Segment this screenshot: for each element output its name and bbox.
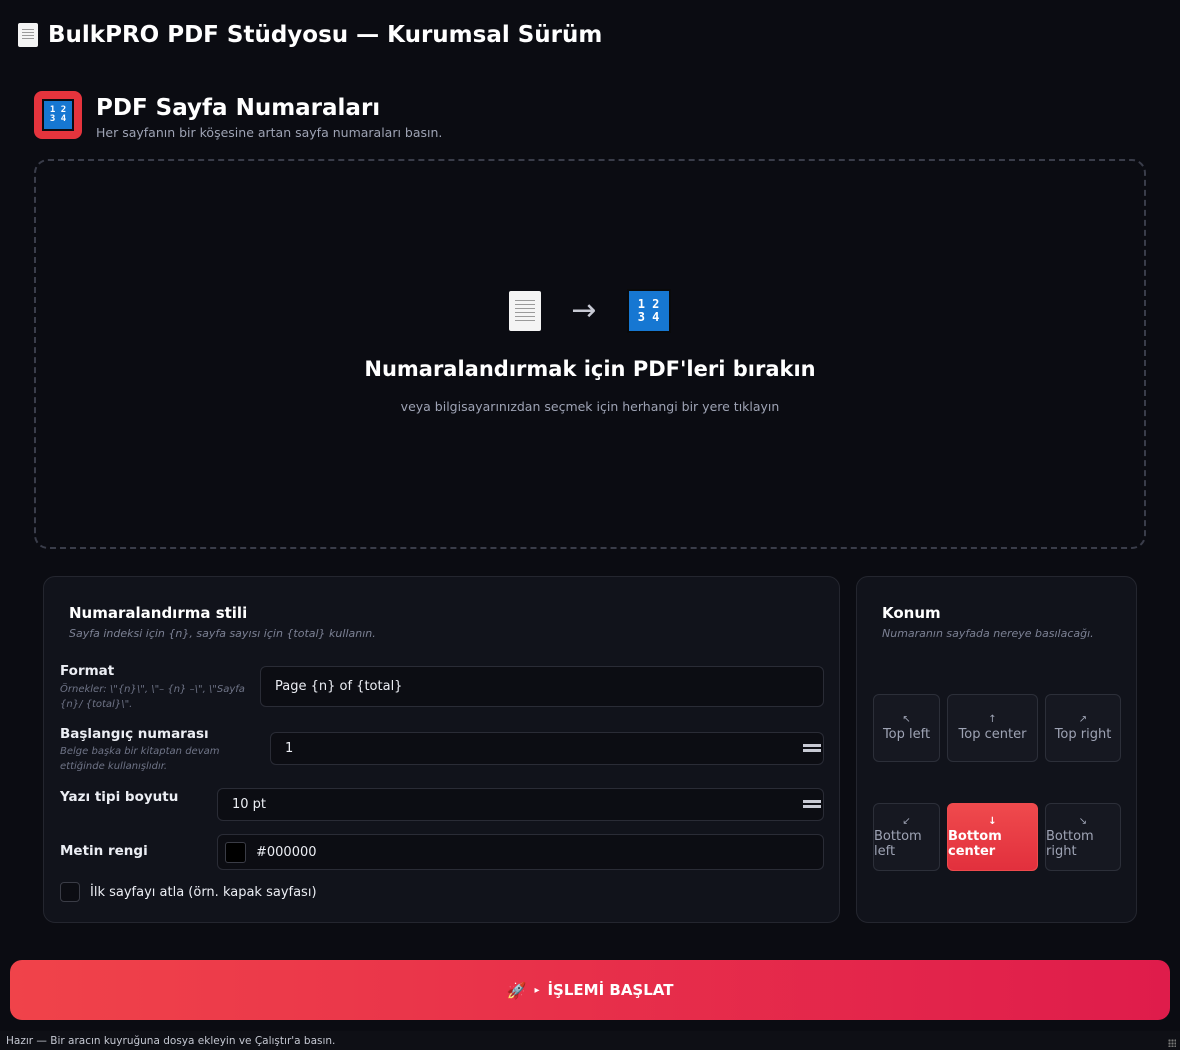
color-swatch[interactable] (225, 841, 246, 863)
position-label: Bottom right (1046, 828, 1094, 859)
arrow-down-left-icon: ↙ (902, 815, 911, 827)
position-label: Top right (1054, 727, 1112, 742)
start-number-stepper[interactable]: 1 (270, 732, 824, 765)
spinner-icon[interactable] (803, 743, 821, 754)
start-number-value: 1 (285, 741, 294, 756)
start-number-help: Belge başka bir kitaptan devam ettiğinde… (60, 746, 220, 772)
pdf-dropzone[interactable]: → 1 2 3 4 Numaralandırmak için PDF'leri … (34, 159, 1146, 549)
spinner-icon[interactable] (803, 799, 821, 810)
format-label: Format (60, 663, 115, 679)
position-bottom-center-button[interactable]: ↓ Bottom center (947, 803, 1038, 871)
dropzone-subtitle: veya bilgisayarınızdan seçmek için herha… (400, 398, 780, 414)
position-top-left-button[interactable]: ↖ Top left (873, 694, 940, 762)
page-numbers-icon: 1 2 3 4 (42, 99, 74, 131)
document-icon (18, 23, 38, 47)
start-process-label: İŞLEMİ BAŞLAT (547, 981, 674, 999)
arrow-right-icon: → (571, 293, 597, 328)
start-number-label: Başlangıç numarası (60, 726, 209, 742)
font-size-stepper[interactable]: 10 pt (217, 788, 824, 821)
tool-title: PDF Sayfa Numaraları (96, 95, 381, 121)
panel-hint: Numaranın sayfada nereye basılacağı. (882, 627, 1094, 640)
tile-text-top: 1 2 (637, 296, 660, 311)
text-color-value: #000000 (256, 844, 317, 860)
app-title-bar: BulkPRO PDF Stüdyosu — Kurumsal Sürüm (18, 22, 602, 48)
rocket-icon: 🚀 (506, 980, 527, 1000)
position-label: Bottom center (948, 828, 1002, 859)
arrow-up-icon: ↑ (988, 714, 997, 725)
arrow-up-right-icon: ↗ (1078, 714, 1088, 725)
tool-subtitle: Her sayfanın bir köşesine artan sayfa nu… (96, 125, 443, 140)
position-top-right-button[interactable]: ↗ Top right (1045, 694, 1121, 762)
position-label: Top left (882, 727, 931, 742)
play-icon: ▸ (534, 984, 540, 996)
panel-hint: Sayfa indeksi için {n}, sayfa sayısı içi… (69, 627, 376, 640)
app-title: BulkPRO PDF Stüdyosu — Kurumsal Sürüm (48, 22, 603, 48)
document-icon (509, 290, 542, 331)
tool-header: 1 2 3 4 PDF Sayfa Numaraları Her sayfanı… (34, 91, 442, 140)
position-label: Bottom left (874, 828, 922, 859)
font-size-value: 10 pt (232, 797, 267, 812)
resize-grip-icon[interactable] (1168, 1039, 1176, 1047)
panel-title: Konum (882, 604, 941, 622)
format-value: Page {n} of {total} (275, 679, 403, 694)
tile-text-bottom: 3 4 (637, 309, 660, 324)
font-size-label: Yazı tipi boyutu (60, 789, 179, 805)
text-color-label: Metin rengi (60, 843, 148, 859)
status-text: Hazır — Bir aracın kuyruğuna dosya ekley… (6, 1034, 336, 1047)
numbering-style-panel: Numaralandırma stili Sayfa indeksi için … (43, 576, 840, 923)
format-input[interactable]: Page {n} of {total} (260, 666, 824, 707)
skip-first-page-option[interactable]: İlk sayfayı atla (örn. kapak sayfası) (60, 882, 317, 902)
position-top-center-button[interactable]: ↑ Top center (947, 694, 1038, 762)
status-bar: Hazır — Bir aracın kuyruğuna dosya ekley… (0, 1031, 1180, 1050)
skip-first-page-checkbox[interactable] (60, 882, 80, 902)
tool-badge: 1 2 3 4 (34, 91, 82, 139)
arrow-down-icon: ↓ (988, 815, 997, 827)
dropzone-title: Numaralandırmak için PDF'leri bırakın (364, 356, 816, 381)
text-color-picker[interactable]: #000000 (217, 834, 824, 870)
position-bottom-right-button[interactable]: ↘ Bottom right (1045, 803, 1121, 871)
dropzone-icons: → 1 2 3 4 (509, 288, 671, 333)
arrow-down-right-icon: ↘ (1078, 815, 1088, 827)
position-bottom-left-button[interactable]: ↙ Bottom left (873, 803, 940, 871)
start-process-button[interactable]: 🚀 ▸ İŞLEMİ BAŞLAT (10, 960, 1170, 1020)
badge-text-bottom: 3 4 (49, 114, 67, 124)
skip-first-page-label: İlk sayfayı atla (örn. kapak sayfası) (90, 884, 317, 900)
position-label: Top center (958, 727, 1027, 742)
page-numbers-icon: 1 2 3 4 (626, 288, 671, 333)
position-panel: Konum Numaranın sayfada nereye basılacağ… (856, 576, 1137, 923)
arrow-up-left-icon: ↖ (902, 714, 911, 725)
panel-title: Numaralandırma stili (69, 604, 248, 622)
format-help: Örnekler: \"{n}\", \"– {n} –\", \"Sayfa … (60, 684, 245, 710)
